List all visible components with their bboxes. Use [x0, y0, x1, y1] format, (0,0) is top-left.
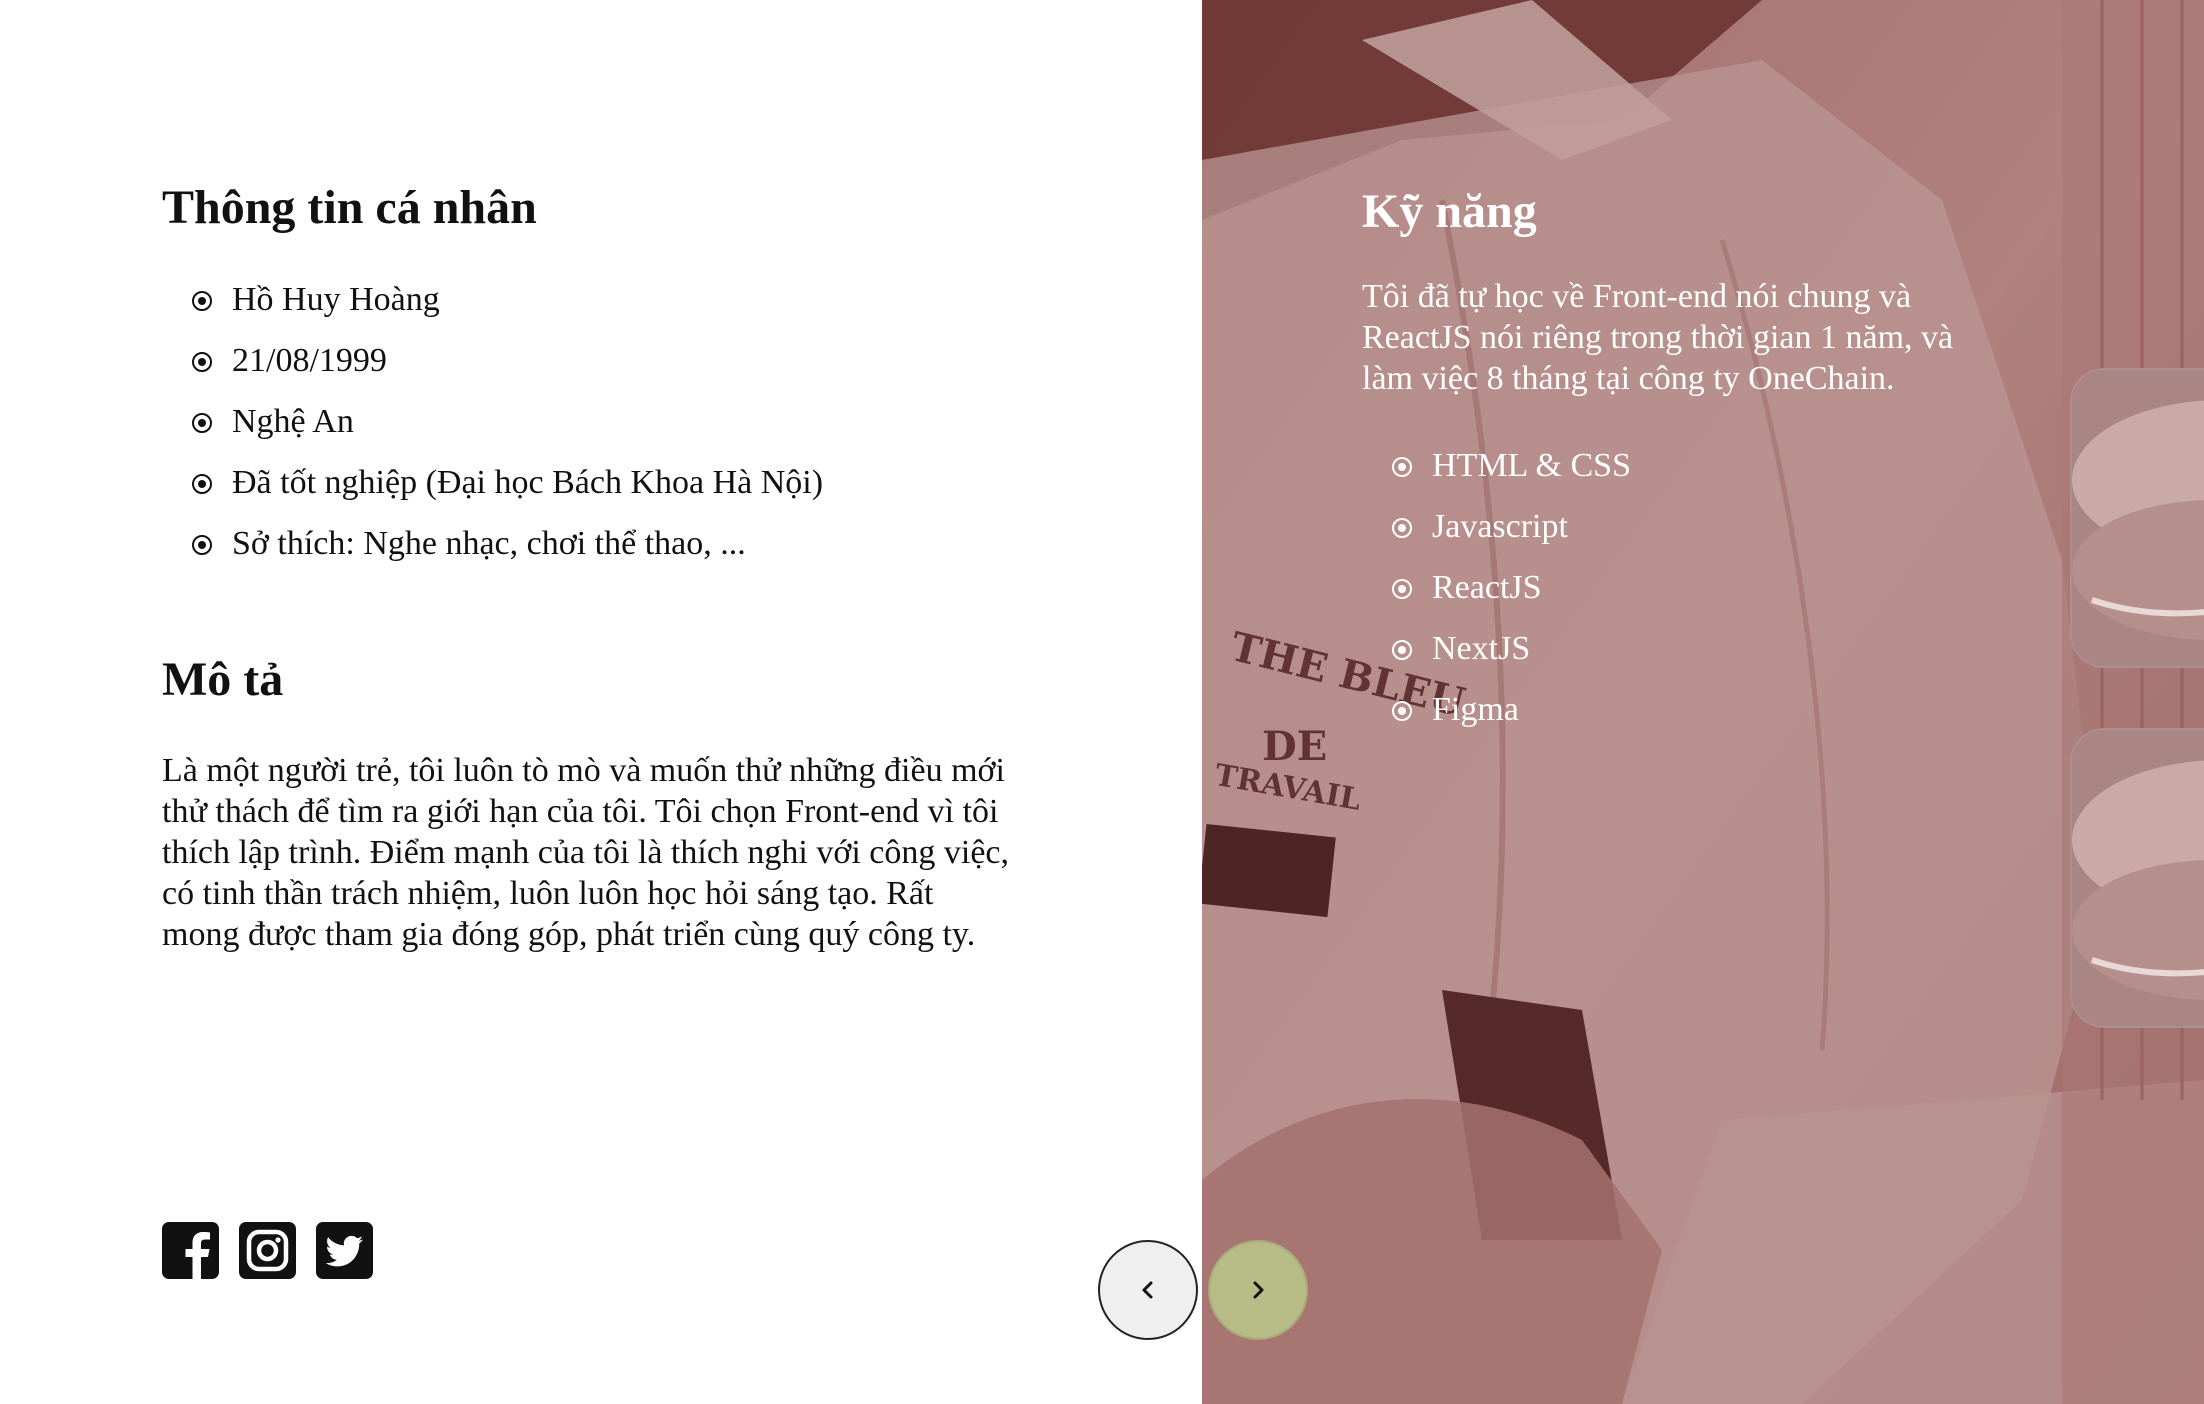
chevron-right-icon — [1253, 1281, 1264, 1299]
radio-bullet-icon — [1392, 518, 1412, 538]
personal-info-title: Thông tin cá nhân — [162, 181, 537, 234]
skill-item-text: ReactJS — [1432, 569, 1542, 606]
radio-bullet-icon — [1392, 701, 1412, 721]
info-item-hometown: Nghệ An — [162, 402, 823, 463]
skill-item-text: HTML & CSS — [1432, 447, 1632, 484]
info-item-education: Đã tốt nghiệp (Đại học Bách Khoa Hà Nội) — [162, 463, 823, 524]
skills-list: HTML & CSS Javascript ReactJS NextJS Fig… — [1362, 446, 1631, 751]
info-item-text: Sở thích: Nghe nhạc, chơi thể thao, ... — [232, 525, 746, 562]
skill-item: HTML & CSS — [1362, 446, 1631, 507]
radio-bullet-icon — [1392, 579, 1412, 599]
instagram-icon[interactable] — [239, 1222, 296, 1279]
skill-item: ReactJS — [1362, 568, 1631, 629]
info-item-text: Hồ Huy Hoàng — [232, 281, 440, 318]
info-item-birthday: 21/08/1999 — [162, 341, 823, 402]
info-item-text: Nghệ An — [232, 403, 354, 440]
twitter-icon[interactable] — [316, 1222, 373, 1279]
skills-title: Kỹ năng — [1362, 185, 1537, 238]
info-item-text: Đã tốt nghiệp (Đại học Bách Khoa Hà Nội) — [232, 464, 824, 501]
radio-bullet-icon — [192, 535, 212, 555]
radio-bullet-icon — [192, 413, 212, 433]
description-text: Là một người trẻ, tôi luôn tò mò và muốn… — [162, 752, 1009, 953]
skills-intro: Tôi đã tự học về Front-end nói chung và … — [1362, 278, 1954, 397]
info-item-text: 21/08/1999 — [232, 342, 387, 379]
info-panel: Thông tin cá nhân Hồ Huy Hoàng 21/08/199… — [0, 0, 1202, 1404]
skill-item: Javascript — [1362, 507, 1631, 568]
slide-thumbnail[interactable] — [2070, 368, 2204, 668]
skill-item-text: NextJS — [1432, 630, 1531, 667]
facebook-icon[interactable] — [162, 1222, 219, 1279]
info-item-hobbies: Sở thích: Nghe nhạc, chơi thể thao, ... — [162, 524, 823, 585]
slide-thumbnail[interactable] — [2070, 728, 2204, 1028]
next-slide-button[interactable] — [1208, 1240, 1308, 1340]
radio-bullet-icon — [1392, 457, 1412, 477]
radio-bullet-icon — [192, 352, 212, 372]
radio-bullet-icon — [192, 474, 212, 494]
skill-item: Figma — [1362, 690, 1631, 751]
info-item-name: Hồ Huy Hoàng — [162, 280, 823, 341]
skill-item-text: Figma — [1432, 691, 1519, 728]
social-links — [162, 1222, 373, 1279]
skills-panel: THE BLEU DE TRAVAIL Kỹ năng Tôi đã tự họ… — [1202, 0, 2204, 1404]
chevron-left-icon — [1142, 1281, 1153, 1299]
skill-item-text: Javascript — [1432, 508, 1568, 545]
prev-slide-button[interactable] — [1098, 1240, 1198, 1340]
personal-info-list: Hồ Huy Hoàng 21/08/1999 Nghệ An Đã tốt n… — [162, 280, 823, 585]
skill-item: NextJS — [1362, 629, 1631, 690]
radio-bullet-icon — [1392, 640, 1412, 660]
description-title: Mô tả — [162, 653, 284, 706]
radio-bullet-icon — [192, 291, 212, 311]
color-overlay — [1202, 0, 2204, 1404]
